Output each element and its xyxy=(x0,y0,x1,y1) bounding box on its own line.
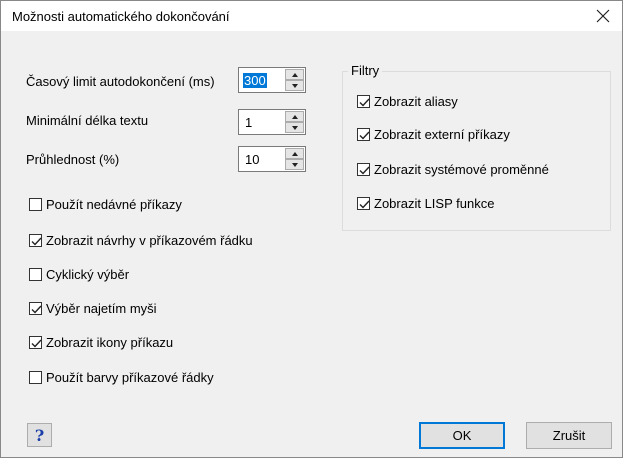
dialog-title: Možnosti automatického dokončování xyxy=(12,9,230,24)
ok-button-label: OK xyxy=(452,428,472,443)
checkmark-icon xyxy=(359,131,370,140)
min-length-decrement-button[interactable] xyxy=(285,122,304,133)
cancel-button-label: Zrušit xyxy=(552,428,586,443)
ok-button[interactable]: OK xyxy=(419,422,505,449)
filter-lisp-functions[interactable]: Zobrazit LISP funkce xyxy=(357,194,494,212)
filter-external-commands[interactable]: Zobrazit externí příkazy xyxy=(357,125,510,143)
checkbox[interactable] xyxy=(29,335,42,349)
option-show-suggestions[interactable]: Zobrazit návrhy v příkazovém řádku xyxy=(29,231,253,249)
filter-label: Zobrazit externí příkazy xyxy=(374,126,510,142)
option-label: Použít barvy příkazové řádky xyxy=(46,369,214,385)
timeout-spinbox[interactable]: 300 xyxy=(238,67,306,93)
autocomplete-options-dialog: Možnosti automatického dokončování Časov… xyxy=(0,0,623,458)
close-button[interactable] xyxy=(584,1,622,31)
checkmark-icon xyxy=(31,305,42,314)
option-recent-commands[interactable]: Použít nedávné příkazy xyxy=(29,195,182,213)
option-label: Zobrazit ikony příkazu xyxy=(46,334,174,350)
filter-aliases[interactable]: Zobrazit aliasy xyxy=(357,92,458,110)
option-label: Výběr najetím myši xyxy=(46,300,157,316)
timeout-increment-button[interactable] xyxy=(285,69,304,80)
min-length-spinbox[interactable]: 1 xyxy=(238,109,306,135)
transparency-decrement-button[interactable] xyxy=(285,159,304,170)
checkbox[interactable] xyxy=(29,267,42,281)
arrow-up-icon xyxy=(291,151,298,156)
checkbox[interactable] xyxy=(357,94,370,108)
title-bar: Možnosti automatického dokončování xyxy=(1,1,622,31)
checkbox[interactable] xyxy=(29,370,42,384)
option-hover-selection[interactable]: Výběr najetím myši xyxy=(29,299,157,317)
help-button[interactable]: ? xyxy=(27,423,52,447)
filter-label: Zobrazit LISP funkce xyxy=(374,195,495,211)
timeout-label: Časový limit autodokončení (ms) xyxy=(26,74,215,89)
checkbox[interactable] xyxy=(357,162,370,176)
checkmark-icon xyxy=(31,237,42,246)
checkbox[interactable] xyxy=(29,301,42,315)
cancel-button[interactable]: Zrušit xyxy=(526,422,612,449)
option-cyclic-selection[interactable]: Cyklický výběr xyxy=(29,265,129,283)
filter-system-variables[interactable]: Zobrazit systémové proměnné xyxy=(357,160,549,178)
option-show-icons[interactable]: Zobrazit ikony příkazu xyxy=(29,333,173,351)
checkbox[interactable] xyxy=(357,196,370,210)
transparency-increment-button[interactable] xyxy=(285,148,304,159)
transparency-spinbox[interactable]: 10 xyxy=(238,146,306,172)
checkmark-icon xyxy=(359,200,370,209)
checkmark-icon xyxy=(359,166,370,175)
checkbox[interactable] xyxy=(29,197,42,211)
transparency-label: Průhlednost (%) xyxy=(26,152,120,167)
checkmark-icon xyxy=(359,98,370,107)
filter-label: Zobrazit aliasy xyxy=(374,93,458,109)
arrow-down-icon xyxy=(291,162,298,167)
timeout-decrement-button[interactable] xyxy=(285,80,304,91)
option-label: Cyklický výběr xyxy=(46,266,130,282)
checkbox[interactable] xyxy=(357,127,370,141)
option-label: Použít nedávné příkazy xyxy=(46,196,182,212)
min-length-label: Minimální délka textu xyxy=(26,113,149,128)
option-command-line-colors[interactable]: Použít barvy příkazové řádky xyxy=(29,368,214,386)
help-icon: ? xyxy=(34,425,45,445)
checkbox[interactable] xyxy=(29,233,42,247)
arrow-up-icon xyxy=(291,72,298,77)
min-length-increment-button[interactable] xyxy=(285,111,304,122)
min-length-input[interactable]: 1 xyxy=(245,115,252,130)
checkmark-icon xyxy=(31,339,42,348)
timeout-input[interactable]: 300 xyxy=(243,73,267,88)
arrow-down-icon xyxy=(291,83,298,88)
arrow-up-icon xyxy=(291,114,298,119)
close-icon xyxy=(596,9,610,23)
option-label: Zobrazit návrhy v příkazovém řádku xyxy=(46,232,253,248)
filters-group-title: Filtry xyxy=(348,63,383,78)
transparency-input[interactable]: 10 xyxy=(245,152,259,167)
filter-label: Zobrazit systémové proměnné xyxy=(374,161,549,177)
arrow-down-icon xyxy=(291,125,298,130)
